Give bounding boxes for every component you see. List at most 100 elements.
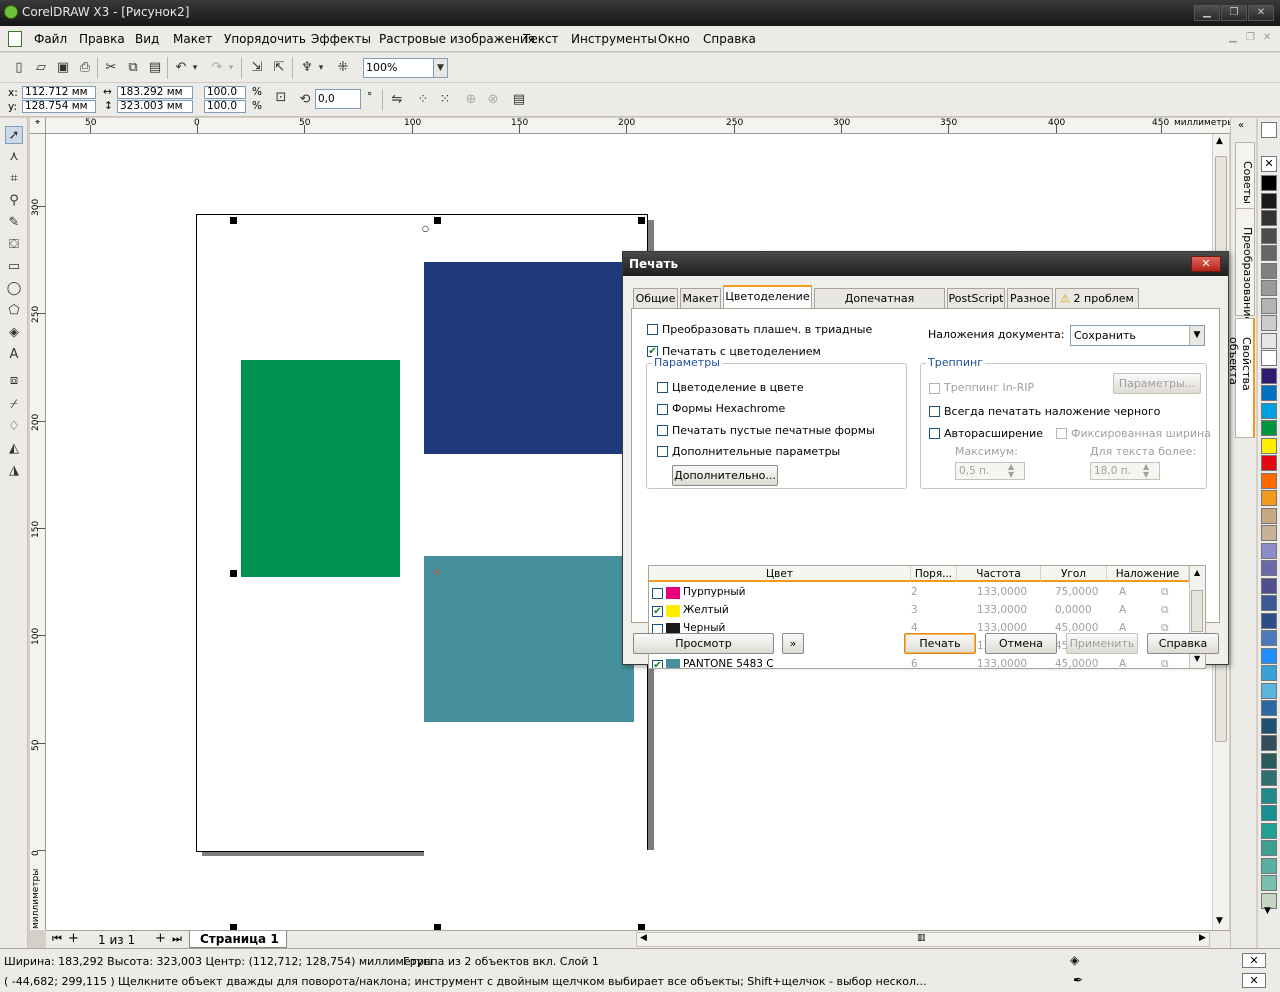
menu-text[interactable]: Текст [523, 32, 559, 46]
table-scroll-up-icon[interactable]: ▲ [1194, 568, 1200, 577]
palette-swatch[interactable] [1261, 682, 1277, 699]
ruler-origin-icon[interactable]: ⌖ [30, 118, 46, 134]
palette-menu-icon[interactable] [1261, 122, 1277, 138]
outline-none-swatch[interactable]: ✕ [1242, 973, 1266, 988]
dialog-close-button[interactable]: ✕ [1191, 256, 1221, 272]
palette-swatch[interactable] [1261, 717, 1277, 734]
col-header-overprint[interactable]: Наложение [1107, 566, 1189, 582]
first-page-icon[interactable]: ⏮ [52, 932, 62, 946]
palette-swatch[interactable] [1261, 402, 1277, 419]
palette-swatch[interactable] [1261, 857, 1277, 874]
palette-swatch[interactable] [1261, 315, 1277, 331]
palette-swatch[interactable] [1261, 490, 1277, 506]
overprints-select[interactable]: Сохранить ▼ [1070, 325, 1205, 346]
palette-swatch[interactable] [1261, 612, 1277, 629]
print-empty-plates-checkbox[interactable] [657, 425, 668, 436]
tab-layout[interactable]: Макет [680, 288, 721, 308]
fill-tool-icon[interactable]: ◭ [5, 440, 23, 458]
spin-arrows-icon[interactable]: ▲ ▼ [1143, 463, 1149, 479]
palette-swatch[interactable] [1261, 420, 1277, 436]
maximize-button[interactable]: ❐ [1221, 5, 1247, 21]
menu-window[interactable]: Окно [658, 32, 690, 46]
menu-arrange[interactable]: Упорядочить [224, 32, 306, 46]
y-position-field[interactable]: 128.754 мм [22, 100, 96, 113]
import-icon[interactable]: ⇲ [248, 59, 266, 77]
row-checkbox[interactable] [652, 588, 663, 599]
selection-handle[interactable] [230, 217, 237, 224]
tab-prepress[interactable]: Допечатная подготовка [814, 288, 945, 324]
palette-swatch[interactable] [1261, 350, 1277, 366]
spin-arrows-icon[interactable]: ▲ ▼ [1008, 463, 1014, 479]
palette-swatch[interactable] [1261, 280, 1277, 296]
scale-y-field[interactable]: 100.0 [204, 100, 246, 113]
pick-tool-icon[interactable]: ➚ [5, 126, 23, 144]
palette-swatch[interactable] [1261, 577, 1277, 594]
horizontal-ruler[interactable]: 50 0 50 100 150 200 250 300 350 400 450 … [46, 118, 1230, 134]
palette-swatch[interactable] [1261, 367, 1277, 384]
close-window-button[interactable]: ✕ [1248, 5, 1274, 21]
shape-tool-icon[interactable]: ⋏ [5, 148, 23, 166]
maximum-spinner[interactable]: 0,5 п. ▲ ▼ [955, 462, 1025, 480]
vertical-ruler[interactable]: 300 250 200 150 100 50 0 миллиметры [30, 134, 46, 930]
col-header-order[interactable]: Поря... [911, 566, 957, 582]
palette-swatch[interactable] [1261, 262, 1277, 279]
row-checkbox[interactable]: ✔ [652, 660, 663, 668]
palette-swatch[interactable] [1261, 787, 1277, 804]
undo-dropdown-icon[interactable]: ▾ [190, 59, 200, 77]
help-button[interactable]: Справка [1147, 633, 1219, 654]
palette-swatch[interactable] [1261, 735, 1277, 751]
group-icon[interactable]: ⁘ [414, 91, 432, 109]
palette-swatch[interactable] [1261, 542, 1277, 559]
auto-spread-checkbox[interactable] [929, 428, 940, 439]
col-header-frequency[interactable]: Частота [957, 566, 1041, 582]
polygon-tool-icon[interactable]: ⬠ [5, 302, 23, 320]
overprint-fill-icon[interactable]: A [1119, 658, 1126, 668]
crop-tool-icon[interactable]: ⌗ [5, 170, 23, 188]
selection-handle[interactable] [434, 217, 441, 224]
scroll-thumb-grip-icon[interactable]: ▥ [917, 933, 926, 943]
smart-fill-tool-icon[interactable]: ⛋ [5, 236, 23, 254]
menu-help[interactable]: Справка [703, 32, 756, 46]
scale-x-field[interactable]: 100.0 [204, 86, 246, 99]
undo-icon[interactable]: ↶ [172, 59, 190, 77]
convert-spot-checkbox[interactable] [647, 324, 658, 335]
selection-handle[interactable] [230, 570, 237, 577]
overprint-outline-icon[interactable]: ⧉ [1161, 658, 1169, 668]
rotation-angle-field[interactable]: 0,0 [315, 89, 361, 109]
palette-swatch[interactable] [1261, 210, 1277, 226]
palette-swatch[interactable] [1261, 525, 1277, 541]
minimize-button[interactable]: ▁ [1194, 5, 1220, 21]
tab-postscript[interactable]: PostScript [947, 288, 1005, 308]
palette-swatch[interactable] [1261, 192, 1277, 209]
mdi-minimize-icon[interactable]: ▁ [1229, 32, 1243, 44]
overprint-fill-icon[interactable]: A [1119, 604, 1126, 616]
menu-tools[interactable]: Инструменты [571, 32, 657, 46]
scroll-right-icon[interactable]: ▶ [1199, 933, 1206, 943]
add-page-before-icon[interactable]: + [68, 931, 79, 946]
no-color-swatch[interactable]: ✕ [1261, 156, 1277, 172]
palette-swatch[interactable] [1261, 455, 1277, 471]
cancel-button[interactable]: Отмена [985, 633, 1057, 654]
palette-swatch[interactable] [1261, 630, 1277, 646]
save-icon[interactable]: ▣ [54, 59, 72, 77]
rectangle-tool-icon[interactable]: ▭ [5, 258, 23, 276]
hexachrome-checkbox[interactable] [657, 404, 668, 415]
overprint-outline-icon[interactable]: ⧉ [1161, 604, 1169, 617]
freehand-tool-icon[interactable]: ✎ [5, 214, 23, 232]
palette-swatch[interactable] [1261, 245, 1277, 261]
basic-shapes-tool-icon[interactable]: ◈ [5, 324, 23, 342]
tab-general[interactable]: Общие [633, 288, 678, 308]
palette-swatch[interactable] [1261, 595, 1277, 611]
palette-swatch[interactable] [1261, 875, 1277, 891]
row-checkbox[interactable]: ✔ [652, 606, 663, 617]
zoom-tool-icon[interactable]: ⚲ [5, 192, 23, 210]
tab-separations[interactable]: Цветоделение [723, 285, 812, 309]
palette-swatch[interactable] [1261, 332, 1277, 349]
text-above-spinner[interactable]: 18,0 п. ▲ ▼ [1090, 462, 1160, 480]
menu-effects[interactable]: Эффекты [311, 32, 371, 46]
menu-edit[interactable]: Правка [79, 32, 125, 46]
palette-swatch[interactable] [1261, 647, 1277, 664]
cut-icon[interactable]: ✂ [102, 59, 120, 77]
paste-icon[interactable]: ▤ [146, 59, 164, 77]
palette-swatch[interactable] [1261, 752, 1277, 769]
